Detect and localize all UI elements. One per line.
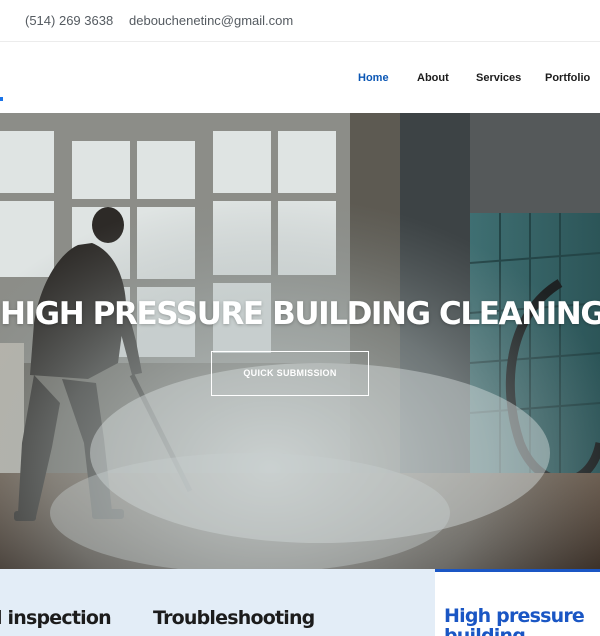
- service-title-troubleshooting[interactable]: Troubleshooting: [153, 607, 315, 629]
- nav-item-services[interactable]: Services: [476, 72, 521, 84]
- logo-accent: [0, 97, 3, 101]
- hero-title: HIGH PRESSURE BUILDING CLEANING: [0, 296, 600, 332]
- hero-background-image: [0, 113, 600, 569]
- email-link[interactable]: debouchenetinc@gmail.com: [129, 13, 293, 28]
- nav-item-home[interactable]: Home: [358, 72, 389, 84]
- nav-item-portfolio[interactable]: Portfolio: [545, 72, 590, 84]
- top-contact-bar: l (514) 269 3638 debouchenetinc@gmail.co…: [0, 0, 600, 42]
- quick-submission-button[interactable]: QUICK SUBMISSION: [211, 351, 369, 396]
- nav-item-about[interactable]: About: [417, 72, 449, 84]
- main-navbar: Home About Services Portfolio: [0, 42, 600, 113]
- hero-banner: HIGH PRESSURE BUILDING CLEANING QUICK SU…: [0, 113, 600, 569]
- phone-number-link[interactable]: (514) 269 3638: [25, 13, 113, 28]
- service-title-high-pressure[interactable]: High pressure building cleaning: [444, 606, 600, 636]
- service-title-inspection[interactable]: l inspection: [0, 607, 112, 629]
